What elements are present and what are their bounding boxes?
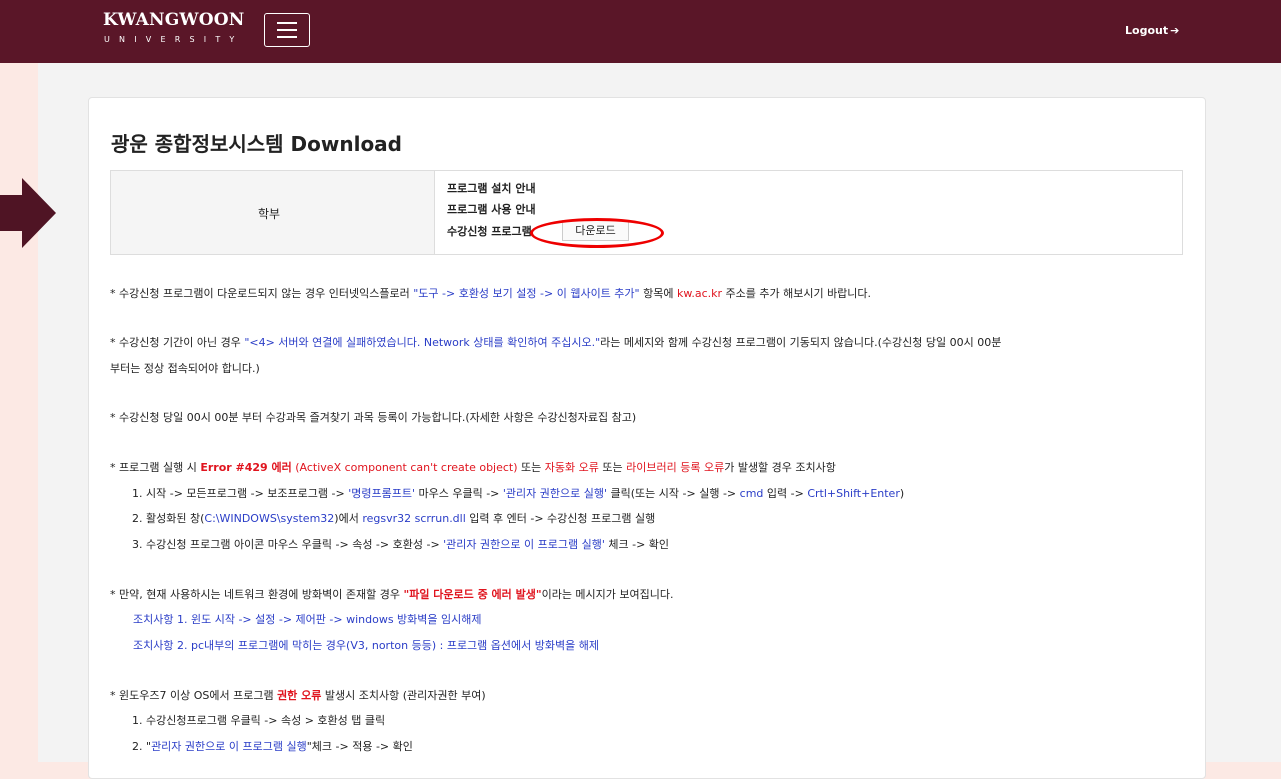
logout-label: Logout	[1125, 24, 1169, 37]
notice-compat-view: * 수강신청 프로그램이 다운로드되지 않는 경우 인터넷익스플로러 "도구 -…	[110, 287, 871, 301]
notice-text: * 수강신청 프로그램이 다운로드되지 않는 경우 인터넷익스플로러	[110, 287, 414, 300]
notice-text: * 만약, 현재 사용하시는 네트워크 환경에 방화벽이 존재할 경우	[110, 588, 404, 601]
step-highlight: '관리자 권한으로 이 프로그램 실행'	[443, 538, 605, 551]
domain-text: kw.ac.kr	[676, 287, 722, 300]
notice-text: 이라는 메시지가 보여집니다.	[541, 588, 674, 601]
error-highlight: 자동화 오류	[544, 461, 599, 474]
hamburger-menu-button[interactable]	[264, 13, 310, 47]
error-highlight: 라이브러리 등록 오류	[626, 461, 725, 474]
university-logo[interactable]: KWANGWOON	[103, 10, 244, 30]
university-logo-subtitle: UNIVERSITY	[104, 35, 244, 44]
step-text: 입력 후 엔터 -> 수강신청 프로그램 실행	[465, 512, 656, 525]
notice-server-connection-cont: 부터는 정상 접속되어야 합니다.)	[110, 362, 260, 375]
notice-favorites: * 수강신청 당일 00시 00분 부터 수강과목 즐겨찾기 과목 등록이 가능…	[110, 411, 637, 424]
menu-icon-bar	[277, 22, 297, 24]
highlight-annotation	[530, 218, 664, 248]
error-highlight: "파일 다운로드 중 에러 발생"	[403, 588, 542, 601]
page-title: 광운 종합정보시스템 Download	[111, 132, 402, 156]
notice-text: 가 발생할 경우 조치사항	[724, 461, 836, 474]
menu-icon-bar	[277, 29, 297, 31]
category-cell: 학부	[111, 171, 435, 254]
step-text: 1. 시작 -> 모든프로그램 -> 보조프로그램 ->	[132, 487, 349, 500]
notice-text: * 수강신청 기간이 아닌 경우	[110, 336, 245, 349]
notice-text: 발생시 조치사항 (관리자권한 부여)	[321, 689, 486, 702]
step-text: "체크 -> 적용 -> 확인	[306, 740, 413, 753]
notice-text: 또는	[517, 461, 545, 474]
registration-program-label: 수강신청 프로그램	[447, 225, 532, 238]
notice-text: 주소를 추가 해보시기 바랍니다.	[722, 287, 872, 300]
notice-error-429: * 프로그램 실행 시 Error #429 에러 (ActiveX compo…	[110, 461, 836, 475]
step-text: 2. "	[132, 740, 152, 753]
logout-link[interactable]: Logout ➔	[1125, 24, 1179, 37]
notice-firewall: * 만약, 현재 사용하시는 네트워크 환경에 방화벽이 존재할 경우 "파일 …	[110, 588, 674, 602]
permission-step-1: 1. 수강신청프로그램 우클릭 -> 속성 > 호환성 탭 클릭	[132, 714, 386, 727]
permission-step-2: 2. "관리자 권한으로 이 프로그램 실행"체크 -> 적용 -> 확인	[132, 740, 413, 754]
logout-icon: ➔	[1170, 24, 1180, 37]
top-navigation-bar: KWANGWOON UNIVERSITY Logout ➔	[0, 0, 1281, 63]
notice-text: 또는	[598, 461, 627, 474]
step-text: 2. 활성화된 창(	[132, 512, 205, 525]
notice-highlight: "<4> 서버와 연결에 실패하였습니다. Network 상태를 확인하여 주…	[244, 336, 601, 349]
error-highlight: Error #429 에러	[200, 461, 292, 474]
step-text: 클릭(또는 시작 -> 실행 ->	[607, 487, 740, 500]
pointer-arrow-icon	[0, 178, 56, 248]
step-highlight: '관리자 권한으로 실행'	[502, 487, 608, 500]
firewall-step-2: 조치사항 2. pc내부의 프로그램에 막히는 경우(V3, norton 등등…	[133, 639, 599, 652]
notice-text: 라는 메세지와 함께 수강신청 프로그램이 기동되지 않습니다.(수강신청 당일…	[600, 336, 1002, 349]
error-429-step-2: 2. 활성화된 창(C:\WINDOWS\system32)에서 regsvr3…	[132, 512, 655, 526]
notice-permission-error: * 윈도우즈7 이상 OS에서 프로그램 권한 오류 발생시 조치사항 (관리자…	[110, 689, 486, 703]
step-text: 체크 -> 확인	[604, 538, 670, 551]
error-detail: (ActiveX component can't create object)	[291, 461, 518, 474]
notice-text: * 프로그램 실행 시	[110, 461, 201, 474]
step-highlight: Crtl+Shift+Enter	[807, 487, 900, 500]
notice-text: 항목에	[639, 287, 677, 300]
error-highlight: 권한 오류	[277, 689, 322, 702]
step-highlight: 관리자 권한으로 이 프로그램 실행	[151, 740, 307, 753]
error-429-step-1: 1. 시작 -> 모든프로그램 -> 보조프로그램 -> '명령프롬프트' 마우…	[132, 487, 904, 501]
notice-highlight: "도구 -> 호환성 보기 설정 -> 이 웹사이트 추가"	[413, 287, 640, 300]
step-text: )에서	[334, 512, 363, 525]
step-text: 마우스 우클릭 ->	[415, 487, 503, 500]
step-text: 입력 ->	[763, 487, 808, 500]
step-highlight: '명령프롬프트'	[348, 487, 415, 500]
install-guide-link[interactable]: 프로그램 설치 안내	[447, 180, 536, 196]
step-highlight: regsvr32 scrrun.dll	[362, 512, 466, 525]
step-highlight: C:\WINDOWS\system32	[204, 512, 335, 525]
menu-icon-bar	[277, 36, 297, 38]
notice-text: * 윈도우즈7 이상 OS에서 프로그램	[110, 689, 278, 702]
firewall-step-1: 조치사항 1. 윈도 시작 -> 설정 -> 제어판 -> windows 방화…	[133, 613, 482, 626]
error-429-step-3: 3. 수강신청 프로그램 아이콘 마우스 우클릭 -> 속성 -> 호환성 ->…	[132, 538, 669, 552]
step-highlight: cmd	[739, 487, 764, 500]
category-label: 학부	[258, 207, 281, 221]
usage-guide-link[interactable]: 프로그램 사용 안내	[447, 201, 536, 217]
step-text: )	[899, 487, 905, 500]
step-text: 3. 수강신청 프로그램 아이콘 마우스 우클릭 -> 속성 -> 호환성 ->	[132, 538, 444, 551]
notice-server-connection: * 수강신청 기간이 아닌 경우 "<4> 서버와 연결에 실패하였습니다. N…	[110, 336, 1001, 350]
